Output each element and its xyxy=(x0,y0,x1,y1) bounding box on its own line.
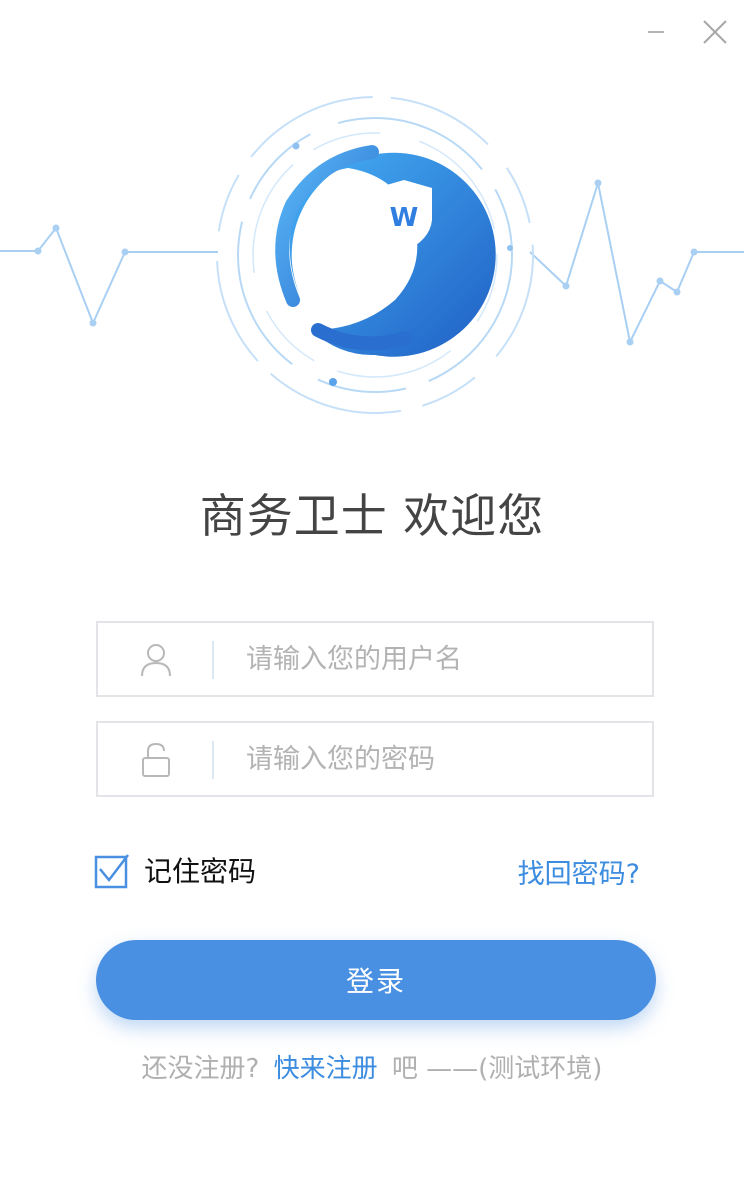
username-field[interactable] xyxy=(96,621,654,697)
checkbox-checked-icon xyxy=(94,853,129,889)
username-input[interactable] xyxy=(246,623,626,695)
remember-password-checkbox[interactable]: 记住密码 xyxy=(94,852,257,889)
heartbeat-dots-right xyxy=(562,179,698,346)
close-icon xyxy=(703,20,727,44)
close-button[interactable] xyxy=(697,14,733,50)
forgot-password-link[interactable]: 找回密码? xyxy=(518,852,640,891)
login-button[interactable]: 登录 xyxy=(96,940,656,1020)
minimize-button[interactable] xyxy=(638,14,674,50)
register-prompt: 还没注册? 快来注册 吧 ——(测试环境) xyxy=(0,1048,744,1085)
password-input[interactable] xyxy=(246,723,626,795)
field-divider xyxy=(212,641,214,679)
register-link[interactable]: 快来注册 xyxy=(274,1054,378,1084)
shield-logo: W xyxy=(275,145,496,357)
welcome-title: 商务卫士 欢迎您 xyxy=(199,489,545,543)
register-suffix: 吧 ——(测试环境) xyxy=(391,1054,603,1084)
register-prefix: 还没注册? xyxy=(141,1054,260,1084)
heartbeat-line-right xyxy=(529,182,744,346)
remember-password-label: 记住密码 xyxy=(144,855,257,888)
logo-letter: W xyxy=(390,203,419,233)
password-field[interactable] xyxy=(96,721,654,797)
hero-logo-illustration: W xyxy=(0,96,744,414)
minus-icon xyxy=(648,31,664,33)
user-icon xyxy=(138,641,174,679)
lock-icon xyxy=(138,741,174,779)
field-divider xyxy=(212,741,214,779)
heartbeat-line-left xyxy=(0,226,218,326)
